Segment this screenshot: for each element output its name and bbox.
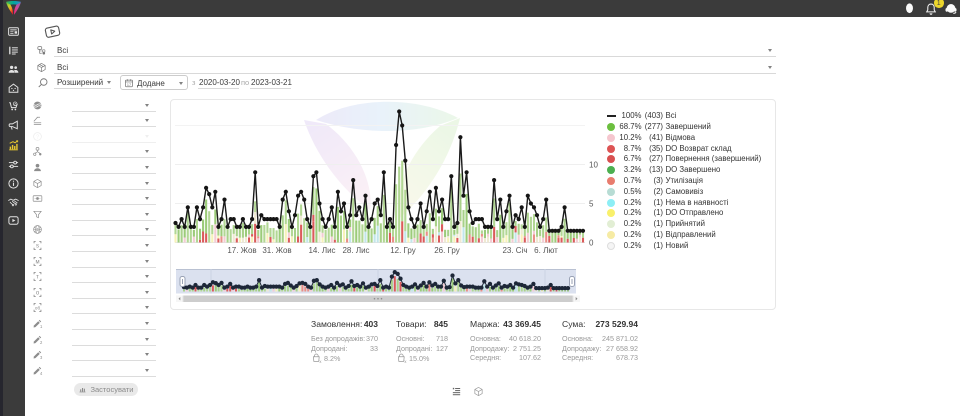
svg-text:17: 17 bbox=[127, 83, 131, 87]
svg-text:17. Жов: 17. Жов bbox=[227, 246, 256, 255]
svg-text:28. Лис: 28. Лис bbox=[342, 246, 369, 255]
svg-text:31. Жов: 31. Жов bbox=[262, 246, 291, 255]
svg-text:23. Січ: 23. Січ bbox=[502, 246, 527, 255]
svg-text:0: 0 bbox=[589, 239, 594, 248]
svg-text:2: 2 bbox=[40, 340, 43, 345]
svg-text:5: 5 bbox=[589, 200, 594, 209]
svg-text:s: s bbox=[36, 243, 39, 249]
svg-text:м: м bbox=[35, 259, 39, 265]
svg-text:об: об bbox=[35, 306, 41, 311]
svg-text:4: 4 bbox=[40, 371, 43, 376]
svg-text:3: 3 bbox=[40, 355, 43, 360]
svg-text:14. Лис: 14. Лис bbox=[308, 246, 335, 255]
svg-text:10: 10 bbox=[589, 161, 598, 170]
svg-text:6. Лют: 6. Лют bbox=[534, 246, 558, 255]
svg-text:т: т bbox=[36, 275, 39, 281]
svg-text:26. Гру: 26. Гру bbox=[434, 246, 460, 255]
svg-text:?: ? bbox=[36, 134, 39, 140]
svg-text:о: о bbox=[36, 290, 40, 296]
svg-text:12. Гру: 12. Гру bbox=[390, 246, 416, 255]
svg-text:1: 1 bbox=[40, 324, 43, 329]
